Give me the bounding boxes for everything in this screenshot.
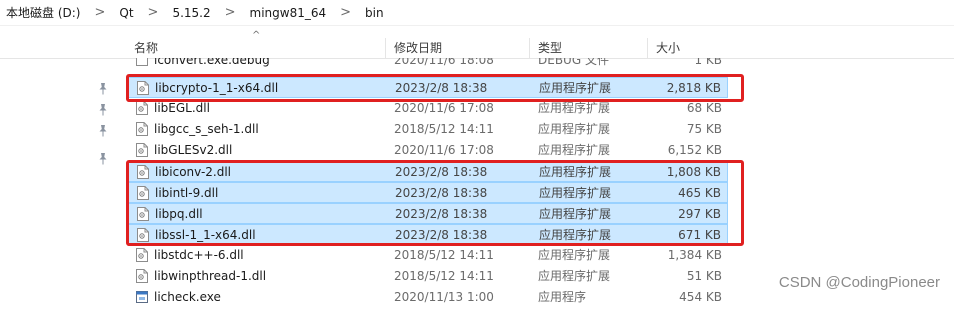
breadcrumb-separator-icon[interactable]: > bbox=[82, 5, 117, 20]
file-type: 应用程序 bbox=[538, 290, 587, 304]
file-row[interactable]: libgcc_s_seh-1.dll 2018/5/12 14:11 应用程序扩展 7… bbox=[128, 119, 728, 140]
file-size: 1 KB bbox=[694, 58, 722, 67]
exe-icon bbox=[136, 290, 148, 304]
file-icon bbox=[136, 58, 148, 66]
dll-icon bbox=[136, 248, 148, 262]
breadcrumb-item[interactable]: bin bbox=[363, 6, 386, 20]
column-header-name[interactable]: 名称 bbox=[128, 38, 386, 58]
breadcrumb-item[interactable]: 5.15.2 bbox=[170, 6, 212, 20]
file-name: libgcc_s_seh-1.dll bbox=[154, 122, 259, 136]
file-row[interactable]: lconvert.exe.debug 2020/11/6 18:08 DEBUG 文… bbox=[128, 58, 728, 70]
file-type: 应用程序扩展 bbox=[538, 143, 611, 157]
file-name: lconvert.exe.debug bbox=[154, 58, 270, 67]
file-date: 2018/5/12 14:11 bbox=[394, 248, 494, 262]
file-date: 2020/11/6 17:08 bbox=[394, 143, 494, 157]
pin-icon[interactable] bbox=[96, 152, 110, 166]
breadcrumb-item[interactable]: mingw81_64 bbox=[248, 6, 329, 20]
breadcrumb-separator-icon[interactable]: > bbox=[328, 5, 363, 20]
file-type: 应用程序扩展 bbox=[538, 269, 611, 283]
file-row[interactable]: licheck.exe 2020/11/13 1:00 应用程序 454 KB bbox=[128, 287, 728, 308]
dll-icon bbox=[136, 101, 148, 115]
file-type: 应用程序扩展 bbox=[538, 248, 611, 262]
breadcrumb-separator-icon[interactable]: > bbox=[136, 5, 171, 20]
file-name: libwinpthread-1.dll bbox=[154, 269, 267, 283]
file-size: 6,152 KB bbox=[667, 143, 722, 157]
column-header-row: 名称 修改日期 类型 大小 bbox=[0, 38, 954, 59]
pin-icon[interactable] bbox=[96, 82, 110, 96]
dll-icon bbox=[136, 269, 148, 283]
dll-icon bbox=[136, 122, 148, 136]
pin-icon[interactable] bbox=[96, 124, 110, 138]
file-row[interactable]: libstdc++-6.dll 2018/5/12 14:11 应用程序扩展 1,38… bbox=[128, 245, 728, 266]
file-size: 75 KB bbox=[686, 122, 722, 136]
column-header-size[interactable]: 大小 bbox=[650, 38, 728, 58]
file-name: licheck.exe bbox=[154, 290, 221, 304]
file-size: 454 KB bbox=[679, 290, 722, 304]
file-date: 2020/11/13 1:00 bbox=[394, 290, 494, 304]
highlight-box-libcrypto bbox=[126, 74, 744, 102]
breadcrumb-item[interactable]: 本地磁盘 (D:) bbox=[4, 4, 82, 21]
file-date: 2018/5/12 14:11 bbox=[394, 269, 494, 283]
dll-icon bbox=[136, 143, 148, 157]
file-size: 51 KB bbox=[686, 269, 722, 283]
column-header-type[interactable]: 类型 bbox=[532, 38, 648, 58]
file-type: DEBUG 文件 bbox=[538, 58, 609, 67]
watermark: CSDN @CodingPioneer bbox=[778, 274, 940, 291]
file-row[interactable]: libwinpthread-1.dll 2018/5/12 14:11 应用程序扩展… bbox=[128, 266, 728, 287]
file-date: 2020/11/6 18:08 bbox=[394, 58, 494, 67]
highlight-box-group bbox=[126, 160, 744, 246]
file-type: 应用程序扩展 bbox=[538, 122, 611, 136]
breadcrumb-item[interactable]: Qt bbox=[117, 6, 135, 20]
file-name: libstdc++-6.dll bbox=[154, 248, 244, 262]
breadcrumb: 本地磁盘 (D:) > Qt >5.15.2 > mingw81_64 > bin bbox=[0, 0, 954, 26]
pin-icon[interactable] bbox=[96, 103, 110, 117]
file-row[interactable]: libGLESv2.dll 2020/11/6 17:08 应用程序扩展 6,152 … bbox=[128, 140, 728, 161]
file-size: 1,384 KB bbox=[667, 248, 722, 262]
file-date: 2018/5/12 14:11 bbox=[394, 122, 494, 136]
breadcrumb-separator-icon[interactable]: > bbox=[213, 5, 248, 20]
column-header-date[interactable]: 修改日期 bbox=[388, 38, 530, 58]
file-name: libGLESv2.dll bbox=[154, 143, 233, 157]
